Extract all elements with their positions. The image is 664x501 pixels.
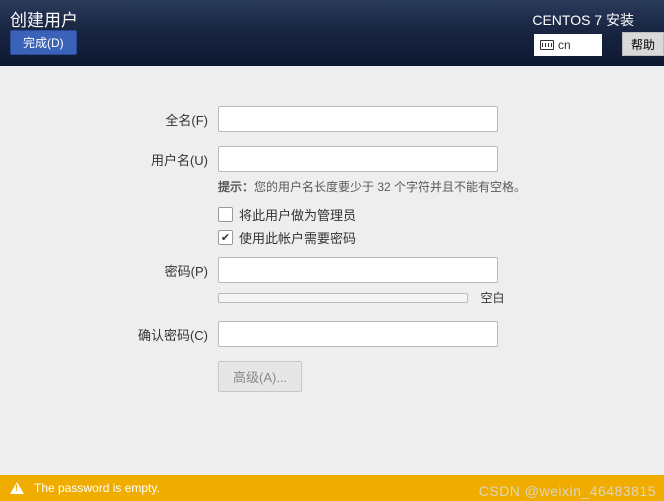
username-hint: 提示：您的用户名长度要少于 32 个字符并且不能有空格。 — [218, 178, 634, 195]
warning-icon — [10, 482, 24, 494]
keyboard-layout-indicator[interactable]: cn — [534, 34, 602, 56]
hint-text: 您的用户名长度要少于 32 个字符并且不能有空格。 — [254, 180, 526, 194]
admin-checkbox-label: 将此用户做为管理员 — [239, 205, 356, 224]
password-strength-meter — [218, 293, 468, 303]
username-label: 用户名(U) — [30, 150, 218, 169]
password-input[interactable] — [218, 257, 498, 283]
confirm-password-input[interactable] — [218, 321, 498, 347]
hint-prefix: 提示： — [218, 180, 254, 194]
warning-text: The password is empty. — [34, 481, 160, 495]
username-input[interactable] — [218, 146, 498, 172]
admin-checkbox[interactable] — [218, 207, 233, 222]
password-strength-label: 空白 — [480, 291, 504, 305]
install-title: CENTOS 7 安装 — [532, 10, 634, 30]
keyboard-icon — [540, 40, 554, 50]
page-title: 创建用户 — [10, 6, 78, 31]
require-password-checkbox-row[interactable]: ✔ 使用此帐户需要密码 — [218, 228, 634, 247]
fullname-label: 全名(F) — [30, 110, 218, 129]
keyboard-layout-code: cn — [558, 38, 571, 52]
admin-checkbox-row[interactable]: 将此用户做为管理员 — [218, 205, 634, 224]
require-password-checkbox[interactable]: ✔ — [218, 230, 233, 245]
fullname-input[interactable] — [218, 106, 498, 132]
user-form: 全名(F) 用户名(U) 提示：您的用户名长度要少于 32 个字符并且不能有空格… — [0, 66, 664, 392]
confirm-password-label: 确认密码(C) — [30, 325, 218, 344]
header-bar: 创建用户 完成(D) CENTOS 7 安装 cn 帮助 — [0, 0, 664, 66]
done-button[interactable]: 完成(D) — [10, 30, 77, 55]
help-button[interactable]: 帮助 — [622, 32, 664, 56]
advanced-button[interactable]: 高级(A)... — [218, 361, 302, 392]
require-password-label: 使用此帐户需要密码 — [239, 228, 356, 247]
warning-bar: The password is empty. — [0, 475, 664, 501]
password-label: 密码(P) — [30, 261, 218, 280]
